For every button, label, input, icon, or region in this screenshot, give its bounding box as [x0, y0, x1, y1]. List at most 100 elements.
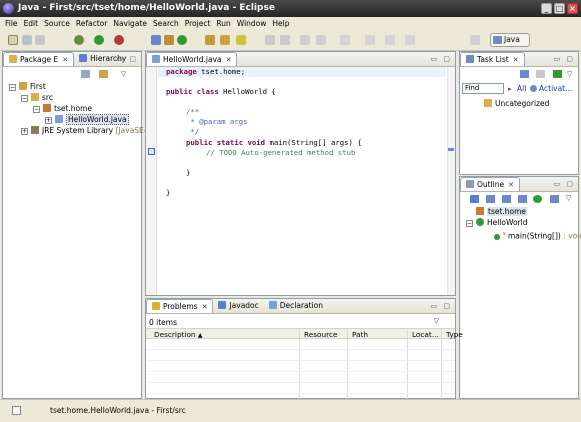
expand-icon[interactable]: + [21, 128, 28, 135]
task-category-uncategorized[interactable]: Uncategorized [484, 99, 549, 109]
close-icon[interactable]: ✕ [226, 56, 232, 64]
close-icon[interactable]: ✕ [508, 181, 514, 189]
column-path[interactable]: Path [348, 330, 368, 339]
link-with-editor-icon[interactable] [99, 70, 108, 78]
outline-package[interactable]: tset.home [476, 207, 528, 217]
tree-jre[interactable]: + JRE System Library [JavaSE-1.6] [21, 126, 161, 136]
run-icon[interactable] [94, 35, 104, 45]
categorize-icon[interactable] [536, 70, 545, 78]
view-menu-icon[interactable]: ▽ [121, 70, 130, 78]
collapse-icon[interactable]: − [33, 106, 40, 113]
hide-nonpublic-icon[interactable] [518, 195, 527, 203]
menu-help[interactable]: Help [269, 19, 292, 28]
save-icon[interactable] [22, 35, 32, 45]
tab-package-explorer[interactable]: Package E ✕ [3, 52, 75, 66]
code-line-13[interactable]: } [166, 188, 170, 198]
java-perspective-button[interactable]: Java [490, 33, 530, 47]
menu-edit[interactable]: Edit [21, 19, 42, 28]
collapse-icon[interactable]: − [466, 220, 473, 227]
collapse-all-icon[interactable] [81, 70, 90, 78]
tree-file[interactable]: + HelloWorld.java [45, 114, 129, 125]
new-task-icon[interactable] [520, 70, 529, 78]
toggle-mark-icon[interactable] [236, 35, 246, 45]
column-separator[interactable] [299, 328, 300, 400]
maximize-button[interactable]: □ [554, 3, 565, 14]
code-line-3[interactable]: public class HelloWorld { [166, 87, 276, 97]
column-location[interactable]: Locat... [408, 330, 439, 339]
activate-link[interactable]: Activat... [539, 84, 572, 93]
view-minmax-icon[interactable]: ▭ ▢ [431, 302, 452, 310]
collapse-all-icon[interactable] [550, 195, 559, 203]
view-minmax-icon[interactable]: ▭ ▢ [431, 55, 452, 63]
collapse-icon[interactable]: − [21, 95, 28, 102]
view-minmax-icon[interactable]: ▭ ▢ [554, 180, 575, 188]
sort-icon[interactable] [470, 195, 479, 203]
code-line-8[interactable]: public static void main(String[] args) { [186, 138, 362, 148]
open-type-icon[interactable] [205, 35, 215, 45]
tree-src[interactable]: − src [21, 93, 53, 103]
print-icon[interactable] [35, 35, 45, 45]
view-menu-icon[interactable]: ▽ [434, 317, 439, 325]
close-icon[interactable]: ✕ [202, 303, 208, 311]
column-type[interactable]: Type [442, 330, 463, 339]
collapse-icon[interactable]: − [9, 84, 16, 91]
tab-outline[interactable]: Outline ✕ [460, 177, 521, 191]
code-line-9[interactable]: // TODO Auto-generated method stub [206, 148, 355, 158]
expand-icon[interactable]: + [45, 117, 52, 124]
close-icon[interactable]: ✕ [513, 56, 519, 64]
hide-static-icon[interactable] [502, 195, 511, 203]
menu-refactor[interactable]: Refactor [73, 19, 110, 28]
task-marker-icon[interactable] [148, 148, 155, 155]
menu-window[interactable]: Window [234, 19, 270, 28]
new-class-icon[interactable] [177, 35, 187, 45]
overview-ruler[interactable] [447, 67, 455, 295]
tab-problems[interactable]: Problems ✕ [146, 299, 214, 313]
outline-class[interactable]: − HelloWorld [466, 218, 528, 228]
menu-navigate[interactable]: Navigate [110, 19, 150, 28]
column-description[interactable]: Description ▲ [150, 330, 203, 339]
close-button[interactable]: × [567, 3, 578, 14]
new-java-project-icon[interactable] [151, 35, 161, 45]
left-ruler[interactable] [146, 67, 157, 295]
code-line-7[interactable]: */ [186, 127, 199, 137]
all-link[interactable]: All [517, 84, 526, 93]
tab-task-list[interactable]: Task List ✕ [460, 52, 525, 66]
code-line-6[interactable]: * @param args [186, 117, 247, 127]
pin-icon[interactable] [316, 35, 326, 45]
close-icon[interactable]: ✕ [62, 56, 68, 64]
menu-search[interactable]: Search [150, 19, 182, 28]
open-perspective-icon[interactable] [470, 35, 480, 45]
last-edit-icon[interactable] [300, 35, 310, 45]
menu-project[interactable]: Project [182, 19, 214, 28]
tab-helloworld-java[interactable]: HelloWorld.java ✕ [146, 52, 238, 66]
minimize-button[interactable]: _ [541, 3, 552, 14]
toggle-breadcrumb-icon[interactable] [340, 35, 350, 45]
column-separator[interactable] [347, 328, 348, 400]
forward-icon[interactable] [405, 35, 415, 45]
sync-icon[interactable] [553, 70, 562, 78]
next-annotation-icon[interactable] [265, 35, 275, 45]
menu-source[interactable]: Source [41, 19, 73, 28]
task-find-input[interactable]: Find [462, 83, 504, 94]
fast-view-icon[interactable] [12, 406, 21, 415]
column-separator[interactable] [407, 328, 408, 400]
new-icon[interactable] [8, 35, 18, 45]
back-icon[interactable] [385, 35, 395, 45]
search-icon[interactable] [220, 35, 230, 45]
column-separator[interactable] [441, 328, 442, 400]
show-whitespace-icon[interactable] [365, 35, 375, 45]
external-tools-icon[interactable] [114, 35, 124, 45]
tab-declaration[interactable]: Declaration [264, 299, 328, 313]
column-resource[interactable]: Resource [300, 330, 337, 339]
debug-icon[interactable] [74, 35, 84, 45]
hide-fields-icon[interactable] [486, 195, 495, 203]
new-package-icon[interactable] [164, 35, 174, 45]
view-menu-icon[interactable]: ▽ [566, 194, 571, 202]
view-menu-icon[interactable]: ▽ [567, 70, 572, 78]
view-minmax-icon[interactable]: ▭ ▢ [554, 55, 575, 63]
view-minmax-icon[interactable]: ▭ ▢ [117, 55, 138, 63]
tree-package[interactable]: − tset.home [33, 104, 92, 114]
tab-javadoc[interactable]: Javadoc [213, 299, 263, 313]
menu-run[interactable]: Run [213, 19, 233, 28]
prev-annotation-icon[interactable] [280, 35, 290, 45]
